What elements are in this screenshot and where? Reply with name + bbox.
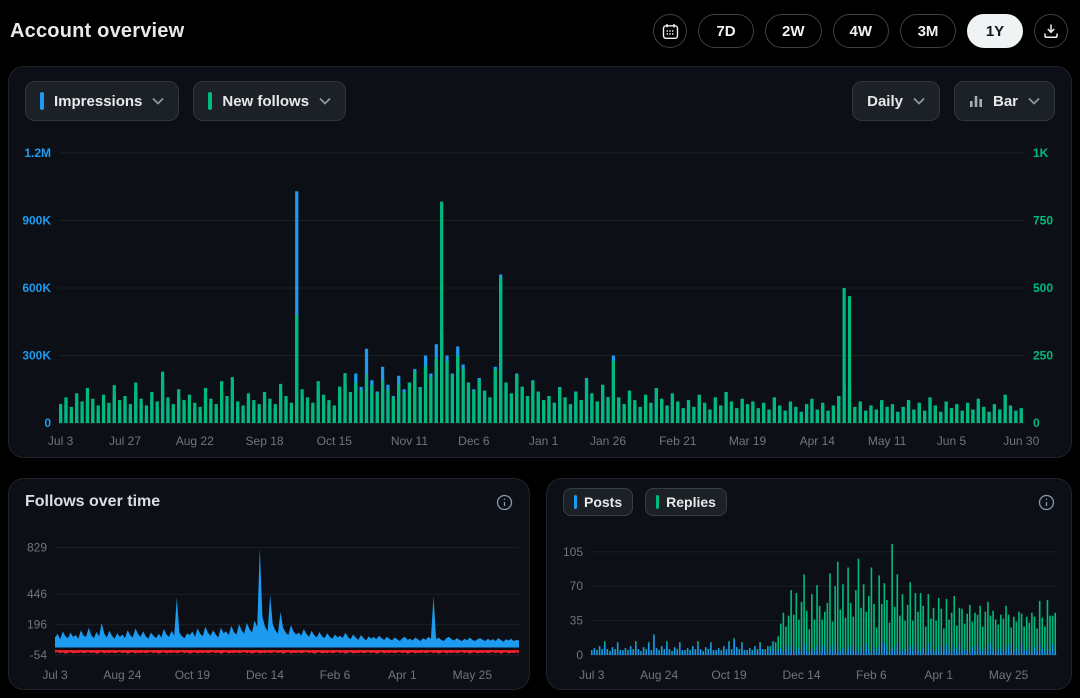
posts-chip-label: Posts: [584, 494, 622, 510]
svg-text:Jul 27: Jul 27: [109, 434, 141, 448]
chevron-down-icon: [1028, 97, 1040, 105]
overview-panel: Impressions New follows Daily Bar: [8, 66, 1072, 458]
calendar-button[interactable]: [653, 14, 687, 48]
posts-chip[interactable]: Posts: [563, 488, 633, 516]
range-pill-group: 7D 2W 4W 3M 1Y: [698, 14, 1023, 48]
page-header: Account overview 7D 2W 4W 3M 1Y: [0, 0, 1080, 62]
svg-text:0: 0: [576, 648, 583, 662]
svg-text:Aug 24: Aug 24: [640, 668, 678, 682]
svg-text:Jun 30: Jun 30: [1003, 434, 1039, 448]
posts-legend: Posts Replies: [563, 488, 727, 516]
follows-panel: Follows over time -54 196 446 829 Jul 3 Aug 2…: [8, 478, 530, 690]
svg-text:Feb 6: Feb 6: [320, 668, 351, 682]
chevron-down-icon: [913, 97, 925, 105]
chevron-down-icon: [152, 97, 164, 105]
svg-text:1.2M: 1.2M: [24, 146, 51, 160]
new-follows-label: New follows: [222, 93, 309, 110]
svg-text:446: 446: [27, 587, 47, 601]
svg-text:0: 0: [1033, 416, 1040, 430]
follows-chart[interactable]: -54 196 446 829 Jul 3 Aug 24 Oct 19 Dec 14 Feb 6…: [9, 525, 529, 687]
posts-panel: Posts Replies 0 35 70 105 Jul 3 Aug 24 Oct 19 D…: [546, 478, 1072, 690]
svg-text:May 25: May 25: [453, 668, 493, 682]
replies-accent-bar: [656, 495, 659, 509]
posts-panel-header: Posts Replies: [547, 479, 1071, 525]
info-icon: [496, 494, 513, 511]
svg-text:Feb 21: Feb 21: [659, 434, 697, 448]
svg-text:Apr 1: Apr 1: [924, 668, 953, 682]
svg-text:Mar 19: Mar 19: [729, 434, 767, 448]
svg-text:Nov 11: Nov 11: [391, 434, 428, 448]
svg-text:600K: 600K: [22, 281, 51, 295]
calendar-icon: [662, 23, 679, 40]
svg-text:829: 829: [27, 541, 47, 555]
posts-replies-chart[interactable]: 0 35 70 105 Jul 3 Aug 24 Oct 19 Dec 14 Feb 6 Apr …: [547, 525, 1071, 687]
svg-text:May 25: May 25: [989, 668, 1029, 682]
svg-text:35: 35: [570, 614, 584, 628]
svg-text:Aug 24: Aug 24: [103, 668, 141, 682]
range-1y-button[interactable]: 1Y: [967, 14, 1023, 48]
svg-text:Oct 19: Oct 19: [711, 668, 747, 682]
granularity-label: Daily: [867, 93, 903, 110]
svg-text:Jul 3: Jul 3: [579, 668, 605, 682]
chart-type-dropdown[interactable]: Bar: [954, 81, 1055, 121]
range-3m-button[interactable]: 3M: [900, 14, 956, 48]
follows-panel-title: Follows over time: [25, 493, 160, 511]
range-2w-button[interactable]: 2W: [765, 14, 822, 48]
svg-text:-54: -54: [30, 648, 48, 662]
svg-text:Jun 5: Jun 5: [937, 434, 967, 448]
svg-text:Dec 14: Dec 14: [246, 668, 284, 682]
download-button[interactable]: [1034, 14, 1068, 48]
svg-text:750: 750: [1033, 214, 1053, 228]
posts-info-button[interactable]: [1038, 494, 1055, 511]
metric-selectors: Impressions New follows: [25, 81, 346, 121]
replies-chip[interactable]: Replies: [645, 488, 727, 516]
overview-controls: Impressions New follows Daily Bar: [9, 67, 1071, 135]
svg-text:Oct 15: Oct 15: [317, 434, 353, 448]
svg-text:Jul 3: Jul 3: [42, 668, 68, 682]
impressions-accent-bar: [40, 92, 44, 110]
svg-text:Apr 14: Apr 14: [800, 434, 836, 448]
svg-text:0: 0: [44, 416, 51, 430]
svg-text:Apr 1: Apr 1: [388, 668, 417, 682]
svg-text:900K: 900K: [22, 214, 51, 228]
granularity-dropdown[interactable]: Daily: [852, 81, 940, 121]
range-7d-button[interactable]: 7D: [698, 14, 754, 48]
svg-text:500: 500: [1033, 281, 1053, 295]
chevron-down-icon: [319, 97, 331, 105]
page-title: Account overview: [10, 20, 184, 43]
svg-text:Jul 3: Jul 3: [48, 434, 74, 448]
follows-panel-header: Follows over time: [9, 479, 529, 525]
download-icon: [1043, 23, 1059, 39]
impressions-label: Impressions: [54, 93, 142, 110]
posts-accent-bar: [574, 495, 577, 509]
svg-text:250: 250: [1033, 349, 1053, 363]
svg-text:May 11: May 11: [868, 434, 907, 448]
new-follows-accent-bar: [208, 92, 212, 110]
overview-chart[interactable]: 0 0 300K 250 600K 500 900K 750 1.2M 1K Jul 3 Jul 27…: [9, 135, 1071, 453]
chart-settings: Daily Bar: [852, 81, 1055, 121]
svg-text:Jan 26: Jan 26: [590, 434, 626, 448]
svg-text:Aug 22: Aug 22: [176, 434, 214, 448]
new-follows-dropdown[interactable]: New follows: [193, 81, 346, 121]
bar-chart-icon: [969, 94, 983, 108]
range-controls: 7D 2W 4W 3M 1Y: [653, 14, 1068, 48]
svg-text:Oct 19: Oct 19: [175, 668, 211, 682]
follows-info-button[interactable]: [496, 494, 513, 511]
svg-text:Jan 1: Jan 1: [529, 434, 559, 448]
svg-text:Dec 14: Dec 14: [782, 668, 820, 682]
info-icon: [1038, 494, 1055, 511]
replies-chip-label: Replies: [666, 494, 716, 510]
impressions-dropdown[interactable]: Impressions: [25, 81, 179, 121]
svg-text:Feb 6: Feb 6: [856, 668, 887, 682]
svg-text:196: 196: [27, 618, 47, 632]
svg-text:70: 70: [570, 579, 584, 593]
svg-text:1K: 1K: [1033, 146, 1049, 160]
svg-text:Dec 6: Dec 6: [458, 434, 490, 448]
svg-text:300K: 300K: [22, 349, 51, 363]
svg-text:Sep 18: Sep 18: [246, 434, 284, 448]
range-4w-button[interactable]: 4W: [833, 14, 890, 48]
svg-text:105: 105: [563, 545, 583, 559]
chart-type-label: Bar: [993, 93, 1018, 110]
